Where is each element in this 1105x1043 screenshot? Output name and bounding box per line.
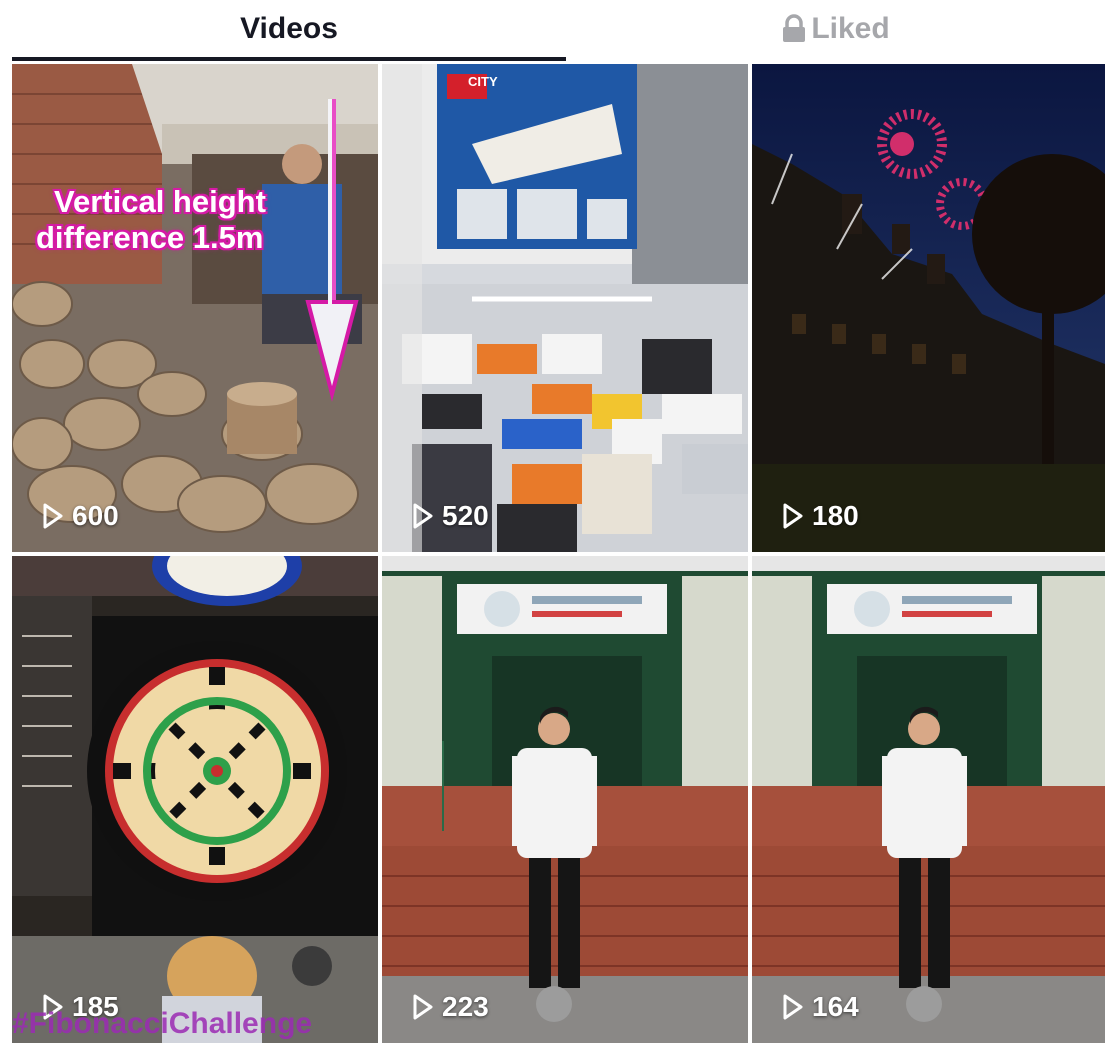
view-count-value: 520 [442, 500, 489, 531]
overlay-caption: Vertical height difference 1.5m [36, 184, 266, 256]
fireworks-scene [752, 64, 1105, 552]
view-count-value: 164 [812, 991, 859, 1022]
football-scene [752, 556, 1105, 1043]
video-thumbnail[interactable]: 185 #FibonacciChallenge [12, 556, 378, 1043]
view-count: 164 [782, 991, 859, 1023]
view-count-value: 600 [72, 500, 119, 531]
video-grid: Vertical height difference 1.5m 600 520 … [12, 64, 1105, 1043]
profile-tabs: Videos Liked [0, 0, 1105, 62]
play-icon [412, 994, 434, 1020]
view-count: 520 [412, 500, 489, 532]
view-count-value: 180 [812, 500, 859, 531]
play-icon [782, 503, 804, 529]
view-count: 600 [42, 500, 119, 532]
lock-icon [781, 14, 807, 44]
view-count: 223 [412, 991, 489, 1023]
hashtag-overlay: #FibonacciChallenge [12, 1007, 313, 1040]
lego-scene [382, 64, 748, 552]
video-thumbnail[interactable]: 180 [752, 64, 1105, 552]
tab-videos[interactable]: Videos [12, 0, 566, 58]
play-icon [42, 503, 64, 529]
view-count-value: 223 [442, 991, 489, 1022]
play-icon [782, 994, 804, 1020]
active-tab-indicator [12, 57, 566, 61]
tab-liked[interactable]: Liked [566, 0, 1105, 58]
overlay-caption-line2: difference 1.5m [36, 220, 264, 255]
tab-liked-label: Liked [811, 12, 890, 45]
video-thumbnail[interactable]: 223 [382, 556, 748, 1043]
football-scene [382, 556, 748, 1043]
wood-chopping-scene [12, 64, 378, 552]
play-icon [412, 503, 434, 529]
dartboard-scene [12, 556, 378, 1043]
overlay-caption-line1: Vertical height [54, 184, 266, 219]
video-thumbnail[interactable]: 164 [752, 556, 1105, 1043]
video-thumbnail[interactable]: Vertical height difference 1.5m 600 [12, 64, 378, 552]
tab-videos-label: Videos [240, 12, 338, 45]
view-count: 180 [782, 500, 859, 532]
lego-box-label: CITY [468, 74, 498, 89]
video-thumbnail[interactable]: 520 CITY [382, 64, 748, 552]
